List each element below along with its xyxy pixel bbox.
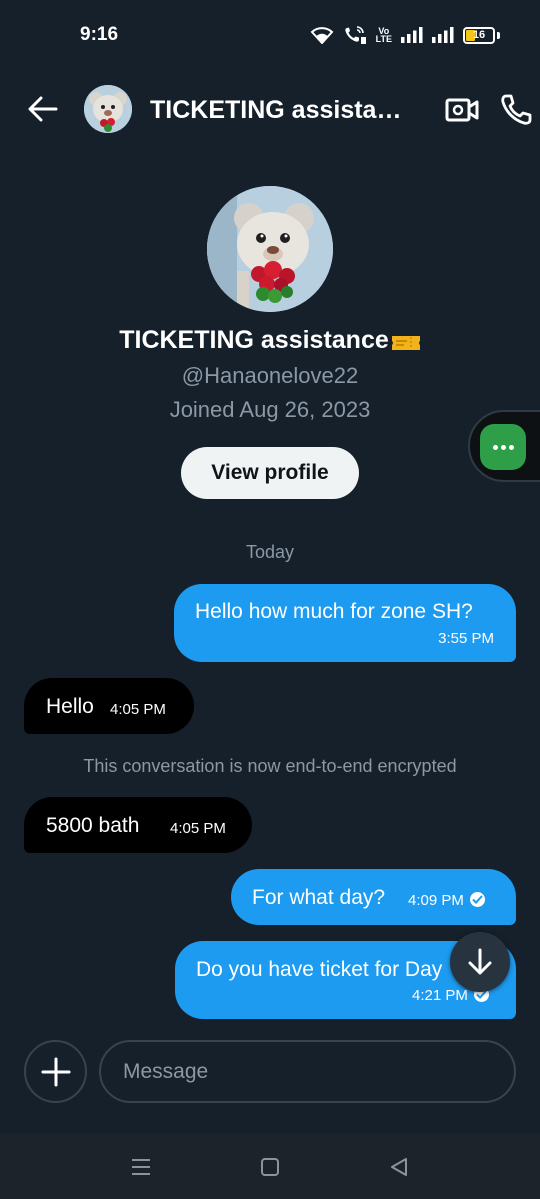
status-icons: Vo LTE 16 xyxy=(310,24,500,46)
message-time: 4:09 PM xyxy=(408,892,464,909)
back-triangle-icon xyxy=(391,1158,407,1176)
header-title: TICKETING assistance xyxy=(150,96,410,124)
message-bubble-outgoing[interactable]: For what day? 4:09 PM xyxy=(231,869,516,925)
message-text: Hello xyxy=(46,695,94,718)
header-avatar[interactable] xyxy=(84,85,132,133)
battery-tip xyxy=(497,31,500,39)
conversation-header: TICKETING assistance xyxy=(0,72,540,148)
message-text: For what day? xyxy=(252,886,386,909)
scroll-to-bottom-button[interactable] xyxy=(450,932,510,992)
home-square-icon xyxy=(261,1158,279,1176)
arrow-down-icon xyxy=(468,948,492,975)
home-button[interactable] xyxy=(258,1155,282,1179)
plus-icon xyxy=(41,1057,70,1086)
wifi-icon xyxy=(310,26,334,44)
read-check-icon xyxy=(469,892,485,907)
message-text: Hello how much for zone SH? xyxy=(195,600,473,623)
back-arrow-icon xyxy=(28,96,58,122)
profile-handle: @Hanaonelove22 xyxy=(181,363,359,388)
battery-icon: 16 xyxy=(463,26,495,44)
profile-avatar[interactable] xyxy=(207,186,333,312)
more-dots-icon xyxy=(480,424,526,470)
view-profile-button[interactable]: View profile xyxy=(181,447,359,499)
message-text: 5800 bath xyxy=(46,814,140,837)
battery-level: 16 xyxy=(472,29,486,41)
ticket-emoji-icon xyxy=(391,331,421,351)
message-time: 4:21 PM xyxy=(412,987,468,1004)
recents-button[interactable] xyxy=(129,1155,153,1179)
volte-indicator: Vo LTE xyxy=(375,27,392,44)
message-time: 3:55 PM xyxy=(438,630,494,647)
message-time-row: 4:09 PM xyxy=(408,892,485,909)
profile-summary: TICKETING assistance @Hanaonelove22 Join… xyxy=(0,186,540,499)
profile-joined-date: Joined Aug 26, 2023 xyxy=(169,397,371,422)
menu-lines-icon xyxy=(132,1159,150,1175)
back-nav-button[interactable] xyxy=(387,1155,411,1179)
status-time: 9:16 xyxy=(80,24,119,45)
phone-icon xyxy=(501,94,532,125)
status-bar: 9:16 Vo LTE 16 xyxy=(0,0,540,72)
message-time: 4:05 PM xyxy=(110,701,166,718)
profile-name: TICKETING assistance xyxy=(119,326,389,354)
volte-line2: LTE xyxy=(375,34,392,44)
encryption-notice: This conversation is now end-to-end encr… xyxy=(83,756,457,776)
message-input[interactable] xyxy=(99,1040,516,1103)
floating-chat-bubble[interactable] xyxy=(468,410,540,482)
system-navigation-bar xyxy=(0,1133,540,1199)
day-separator: Today xyxy=(245,542,295,562)
bear-avatar-image xyxy=(207,186,333,312)
message-time: 4:05 PM xyxy=(170,820,226,837)
signal-2-icon xyxy=(432,27,454,43)
message-composer xyxy=(0,1040,540,1106)
signal-1-icon xyxy=(401,27,423,43)
voice-call-button[interactable] xyxy=(498,92,534,128)
video-call-button[interactable] xyxy=(444,92,480,128)
profile-name-row: TICKETING assistance xyxy=(0,326,540,355)
message-bubble-incoming[interactable]: Hello 4:05 PM xyxy=(24,678,194,734)
back-button[interactable] xyxy=(24,90,62,128)
add-attachment-button[interactable] xyxy=(24,1040,87,1103)
message-text: Do you have ticket for Day xyxy=(196,958,443,981)
message-bubble-incoming[interactable]: 5800 bath 4:05 PM xyxy=(24,797,252,853)
video-icon xyxy=(445,98,479,122)
wifi-calling-icon xyxy=(343,25,367,45)
message-bubble-outgoing[interactable]: Hello how much for zone SH? 3:55 PM xyxy=(174,584,516,662)
bear-avatar-image xyxy=(84,85,132,133)
